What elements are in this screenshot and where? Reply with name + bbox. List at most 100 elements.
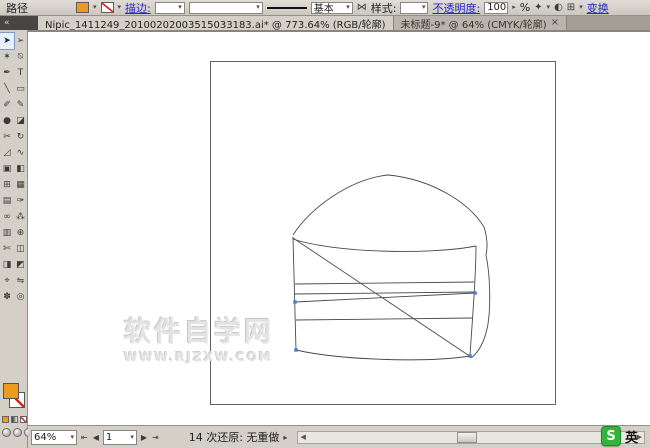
gradient-button[interactable] bbox=[11, 416, 18, 423]
cake-outer-right-edge-path bbox=[470, 254, 491, 359]
hand-tool[interactable]: ✽ bbox=[0, 289, 14, 305]
pen-tool[interactable]: ✒ bbox=[0, 65, 14, 81]
perspective-grid-tool[interactable]: ⊞ bbox=[0, 177, 14, 193]
paintbrush-tool[interactable]: ✐ bbox=[0, 97, 14, 113]
shape-mode-icon[interactable]: ◐ bbox=[554, 2, 563, 13]
document-tab-1-label: Nipic_1411249_20100202003515033183.ai* @… bbox=[45, 19, 386, 31]
brush-definition-combo[interactable]: 基本 ▾ bbox=[310, 1, 353, 15]
select-similar-icon[interactable]: ✦ bbox=[534, 2, 542, 13]
artboard-tool[interactable]: ⊕ bbox=[14, 225, 27, 241]
sogou-logo-icon[interactable]: S bbox=[601, 426, 621, 446]
next-artboard-button[interactable]: ▶ bbox=[140, 433, 148, 442]
fill-indicator-swatch[interactable] bbox=[3, 383, 19, 399]
transform-link[interactable]: 变换 bbox=[587, 0, 609, 16]
blob-brush-tool[interactable]: ● bbox=[0, 113, 14, 129]
style-label: 样式: bbox=[370, 1, 397, 15]
watermark-line1: 软件自学网 bbox=[124, 317, 274, 348]
free-transform-tool[interactable]: ▣ bbox=[0, 161, 14, 177]
width-tool[interactable]: ∿ bbox=[14, 145, 27, 161]
zoom-dropdown-icon: ▾ bbox=[70, 432, 74, 441]
recolor-artwork-icon[interactable]: ⋈ bbox=[357, 2, 367, 13]
anchor-points-group bbox=[293, 291, 477, 358]
scale-tool[interactable]: ◿ bbox=[0, 145, 14, 161]
stroke-panel-link[interactable]: 描边: bbox=[125, 0, 151, 16]
live-paint-bucket-tool[interactable]: ◨ bbox=[0, 257, 14, 273]
align-grid-icon[interactable]: ⊞ bbox=[567, 2, 575, 13]
previous-artboard-button[interactable]: ◀ bbox=[92, 433, 100, 442]
symbol-sprayer-tool[interactable]: ⁂ bbox=[14, 209, 27, 225]
profile-dropdown-icon: ▾ bbox=[256, 3, 260, 11]
zoom-level-combo[interactable]: 64% ▾ bbox=[31, 429, 77, 445]
magic-wand-tool[interactable]: ✶ bbox=[0, 49, 14, 65]
illustrator-window: 路径 ▾ ▾ 描边: ▾ ▾ 基本 ▾ ⋈ 样式: ▾ 不透明度: 100 ▸ … bbox=[0, 0, 650, 448]
line-segment-tool[interactable]: ╲ bbox=[0, 81, 14, 97]
artboard-dropdown-icon: ▾ bbox=[130, 432, 134, 441]
draw-normal-button[interactable] bbox=[2, 428, 11, 437]
stroke-width-combo[interactable]: ▾ bbox=[154, 1, 185, 14]
select-similar-dropdown-icon[interactable]: ▾ bbox=[547, 4, 551, 11]
zoom-tool[interactable]: ◎ bbox=[14, 289, 27, 305]
lasso-tool[interactable]: ⍉ bbox=[14, 49, 27, 65]
last-artboard-button[interactable]: ⇥ bbox=[151, 433, 160, 442]
cake-layer-line-3-path bbox=[294, 292, 476, 303]
eyedropper-tool[interactable]: ✑ bbox=[14, 193, 27, 209]
scissors-tool[interactable]: ✂ bbox=[0, 129, 14, 145]
status-bar: 64% ▾ ⇤ ◀ 1 ▾ ▶ ⇥ 14 次还原: 无重做 ▸ ◀ ▶ bbox=[28, 425, 650, 448]
dock-collapse-handle[interactable]: « bbox=[0, 16, 38, 30]
horizontal-scrollbar[interactable]: ◀ ▶ bbox=[297, 430, 645, 444]
reflect-tool[interactable]: ⇋ bbox=[14, 273, 27, 289]
fill-dropdown-icon[interactable]: ▾ bbox=[93, 4, 97, 11]
align-grid-dropdown-icon[interactable]: ▾ bbox=[579, 4, 583, 11]
direct-selection-tool[interactable]: ➢ bbox=[14, 33, 27, 49]
fill-color-swatch[interactable] bbox=[76, 2, 89, 13]
type-tool[interactable]: T bbox=[14, 65, 27, 81]
status-popup-icon[interactable]: ▸ bbox=[282, 433, 288, 442]
document-tab-1[interactable]: Nipic_1411249_20100202003515033183.ai* @… bbox=[38, 16, 394, 31]
stroke-dropdown-icon[interactable]: ▾ bbox=[118, 4, 122, 11]
eraser-tool[interactable]: ◪ bbox=[14, 113, 27, 129]
pencil-tool[interactable]: ✎ bbox=[14, 97, 27, 113]
rotate-tool[interactable]: ↻ bbox=[14, 129, 27, 145]
selection-tool[interactable]: ➤ bbox=[0, 32, 15, 50]
slice-tool[interactable]: ✄ bbox=[0, 241, 14, 257]
style-dropdown-icon: ▾ bbox=[421, 3, 426, 11]
opacity-slider-icon[interactable]: ▸ bbox=[512, 4, 516, 11]
anchor-point[interactable] bbox=[293, 300, 297, 304]
ime-mode-label: 英 bbox=[625, 430, 639, 446]
scroll-left-icon[interactable]: ◀ bbox=[300, 433, 305, 441]
first-artboard-button[interactable]: ⇤ bbox=[80, 433, 89, 442]
watermark: 软件自学网 WWW.RJZXW.COM bbox=[124, 310, 274, 364]
blend-tool[interactable]: ∞ bbox=[0, 209, 14, 225]
document-tab-2-close-icon[interactable]: × bbox=[551, 18, 559, 28]
column-graph-tool[interactable]: ▥ bbox=[0, 225, 14, 241]
gradient-tool[interactable]: ▤ bbox=[0, 193, 14, 209]
ime-indicator[interactable]: S 英 bbox=[601, 426, 638, 446]
draw-behind-button[interactable] bbox=[13, 428, 22, 437]
shape-builder-tool[interactable]: ◧ bbox=[14, 161, 27, 177]
opacity-input[interactable]: 100 bbox=[484, 1, 509, 14]
opacity-value: 100 bbox=[487, 2, 507, 13]
measure-tool[interactable]: ⌖ bbox=[0, 273, 14, 289]
scrollbar-thumb[interactable] bbox=[457, 431, 478, 443]
artboard-navigation-combo[interactable]: 1 ▾ bbox=[102, 429, 137, 445]
live-paint-selection-tool[interactable]: ◩ bbox=[14, 257, 27, 273]
cake-layer-line-1-path bbox=[294, 281, 475, 285]
rectangle-tool[interactable]: ▭ bbox=[14, 81, 27, 97]
tools-panel: ➤ ➢ ✶ ⍉ ✒ T ╲ ▭ ✐ ✎ ● ◪ ✂ ↻ ◿ ∿ ▣ ◧ ⊞ ▦ … bbox=[0, 30, 33, 448]
style-combo[interactable]: ▾ bbox=[400, 1, 429, 14]
color-button[interactable] bbox=[2, 416, 9, 423]
mesh-tool[interactable]: ▦ bbox=[14, 177, 27, 193]
document-tab-2[interactable]: 未标题-9* @ 64% (CMYK/轮廓) × bbox=[393, 16, 568, 31]
opacity-link[interactable]: 不透明度: bbox=[432, 0, 480, 16]
anchor-point[interactable] bbox=[473, 291, 477, 295]
cake-diagonal-line-path bbox=[292, 237, 472, 358]
none-button[interactable] bbox=[20, 416, 27, 423]
anchor-point[interactable] bbox=[468, 354, 472, 358]
document-canvas[interactable]: 软件自学网 WWW.RJZXW.COM bbox=[28, 30, 650, 425]
brush-definition-value: 基本 bbox=[313, 4, 334, 15]
stroke-color-swatch[interactable] bbox=[100, 2, 114, 13]
variable-width-profile-combo[interactable]: ▾ bbox=[188, 1, 263, 14]
cake-slice-drawing[interactable] bbox=[280, 162, 500, 382]
anchor-point[interactable] bbox=[294, 348, 298, 352]
slice-selection-tool[interactable]: ◫ bbox=[14, 241, 27, 257]
